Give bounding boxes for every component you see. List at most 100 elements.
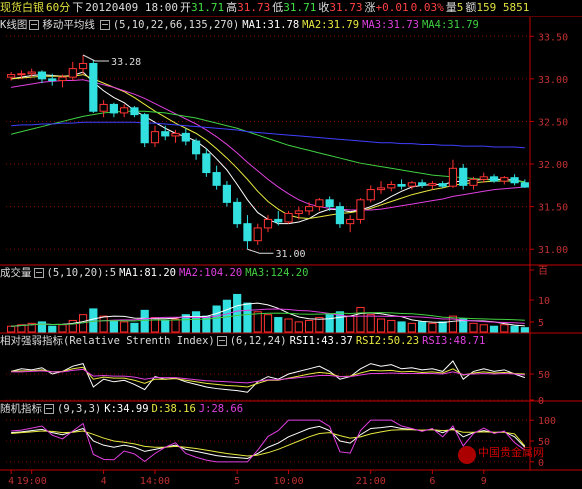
- candle-body: [356, 199, 365, 220]
- open-value: 31.71: [190, 1, 225, 14]
- volume-bar: [356, 306, 365, 333]
- volume-bar: [263, 314, 273, 333]
- candle-body: [140, 114, 149, 144]
- volume-bar: [130, 322, 139, 333]
- candle-body: [315, 199, 324, 208]
- candle-body: [448, 167, 458, 187]
- candle-body: [161, 131, 170, 137]
- candle-body: [68, 68, 77, 78]
- volume-bar: [397, 321, 406, 333]
- collapse-icon[interactable]: [29, 20, 40, 30]
- kdj-params: (9,3,3): [57, 403, 102, 415]
- d-value: D:38.16: [151, 403, 196, 415]
- candle-body: [397, 183, 406, 187]
- time-tick-label: 21:00: [356, 476, 386, 487]
- volume-bar: [376, 318, 386, 333]
- volume-bar: [305, 319, 314, 333]
- candle-body: [78, 63, 88, 70]
- candle-body: [325, 199, 334, 208]
- volume-tick-label: 10: [538, 296, 550, 307]
- volume-bar: [48, 325, 57, 333]
- rsi-tick-label: 50: [538, 370, 550, 381]
- close-value: 31.73: [329, 1, 363, 14]
- volume-bar: [438, 321, 447, 333]
- volume-indicator-line: 成交量 (5,10,20):5 MA1:81.20 MA2:104.20 MA3:124…: [0, 266, 545, 280]
- time-tick-label: 4: [8, 476, 14, 487]
- volume-tick-label: 5: [538, 318, 544, 329]
- volume-bar: [109, 319, 118, 333]
- watermark-logo-icon: [458, 446, 476, 464]
- volume-bar: [161, 319, 170, 333]
- kdj-panel-name[interactable]: 随机指标: [0, 403, 42, 415]
- volume-bar: [243, 302, 252, 333]
- candle-body: [489, 176, 499, 182]
- price-tick-label: 31.00: [538, 245, 568, 256]
- volume-panel-name[interactable]: 成交量: [0, 267, 32, 279]
- collapse-icon[interactable]: [99, 20, 110, 30]
- candle-body: [171, 132, 180, 137]
- candle-body: [7, 74, 16, 78]
- time-tick-label: 4: [101, 476, 107, 487]
- candle-body: [274, 218, 283, 223]
- kline-panel-name[interactable]: K线图: [0, 19, 27, 31]
- kdj-tick-label: 100: [538, 416, 556, 427]
- ma-line-ma2: [11, 74, 525, 220]
- ma1-value: MA1:31.78: [242, 19, 300, 31]
- candle-body: [438, 183, 447, 187]
- rsi-rsi1-line: [11, 360, 526, 393]
- amount-value: 159 5851: [476, 1, 530, 14]
- candle-body: [27, 71, 36, 75]
- annotation-label: 33.28: [111, 57, 141, 68]
- collapse-icon[interactable]: [44, 404, 54, 414]
- candle-body: [58, 76, 67, 82]
- time-tick-label: 10:00: [273, 476, 303, 487]
- high-label: 高: [226, 1, 238, 14]
- candle-body: [387, 183, 396, 189]
- volume-bar: [418, 321, 427, 333]
- candle-body: [263, 218, 273, 229]
- price-tick-label: 32.00: [538, 160, 568, 171]
- volume-bar: [469, 322, 478, 333]
- price-tick-label: 31.50: [538, 203, 568, 214]
- candle-body: [17, 73, 26, 76]
- rsi2-value: RSI2:50.23: [355, 335, 420, 347]
- candle-body: [469, 178, 478, 186]
- candle-body: [376, 187, 386, 191]
- annotation-leader: [82, 54, 110, 62]
- candle-body: [500, 177, 509, 182]
- kline-indicator-name[interactable]: 移动平均线: [42, 19, 95, 31]
- volume-last: :5: [103, 267, 117, 279]
- volume-bar: [387, 319, 396, 333]
- volume-bar: [294, 321, 303, 333]
- candle-body: [150, 131, 160, 144]
- candle-body: [191, 140, 201, 155]
- collapse-icon[interactable]: [33, 268, 44, 278]
- volume-bar: [140, 309, 149, 333]
- candle-body: [346, 218, 355, 225]
- low-label: 低: [272, 1, 284, 14]
- candle-body: [89, 63, 98, 112]
- candle-body: [99, 103, 108, 112]
- rsi-panel-name[interactable]: 相对强弱指标(Relative Strenth Index): [0, 335, 215, 347]
- datetime-label: 20120409 18:00: [85, 1, 178, 14]
- volume-bar: [68, 319, 77, 333]
- volume-bar: [58, 324, 67, 333]
- j-value: J:28.66: [198, 403, 244, 415]
- collapse-icon[interactable]: [216, 336, 227, 346]
- candle-body: [202, 153, 211, 174]
- pct-value: 0.03%: [410, 1, 444, 14]
- rsi-indicator-line: 相对强弱指标(Relative Strenth Index) (6,12,24) R…: [0, 334, 545, 348]
- candle-body: [294, 210, 303, 214]
- candle-body: [48, 78, 57, 82]
- low-value: 31.71: [283, 1, 317, 14]
- volume-bar: [7, 325, 16, 333]
- ma4-value: MA4:31.79: [421, 19, 479, 31]
- time-tick-label: 6: [429, 476, 435, 487]
- direction-label: 下: [72, 1, 84, 14]
- vol-ma1-value: MA1:81.20: [119, 267, 176, 279]
- symbol-label[interactable]: 现货白银: [0, 1, 44, 14]
- period-label[interactable]: 60分: [46, 1, 70, 14]
- candle-body: [428, 183, 437, 186]
- kdj-indicator-line: 随机指标 (9,3,3) K:34.99 D:38.16 J:28.66: [0, 402, 545, 416]
- volume-bar: [489, 325, 499, 333]
